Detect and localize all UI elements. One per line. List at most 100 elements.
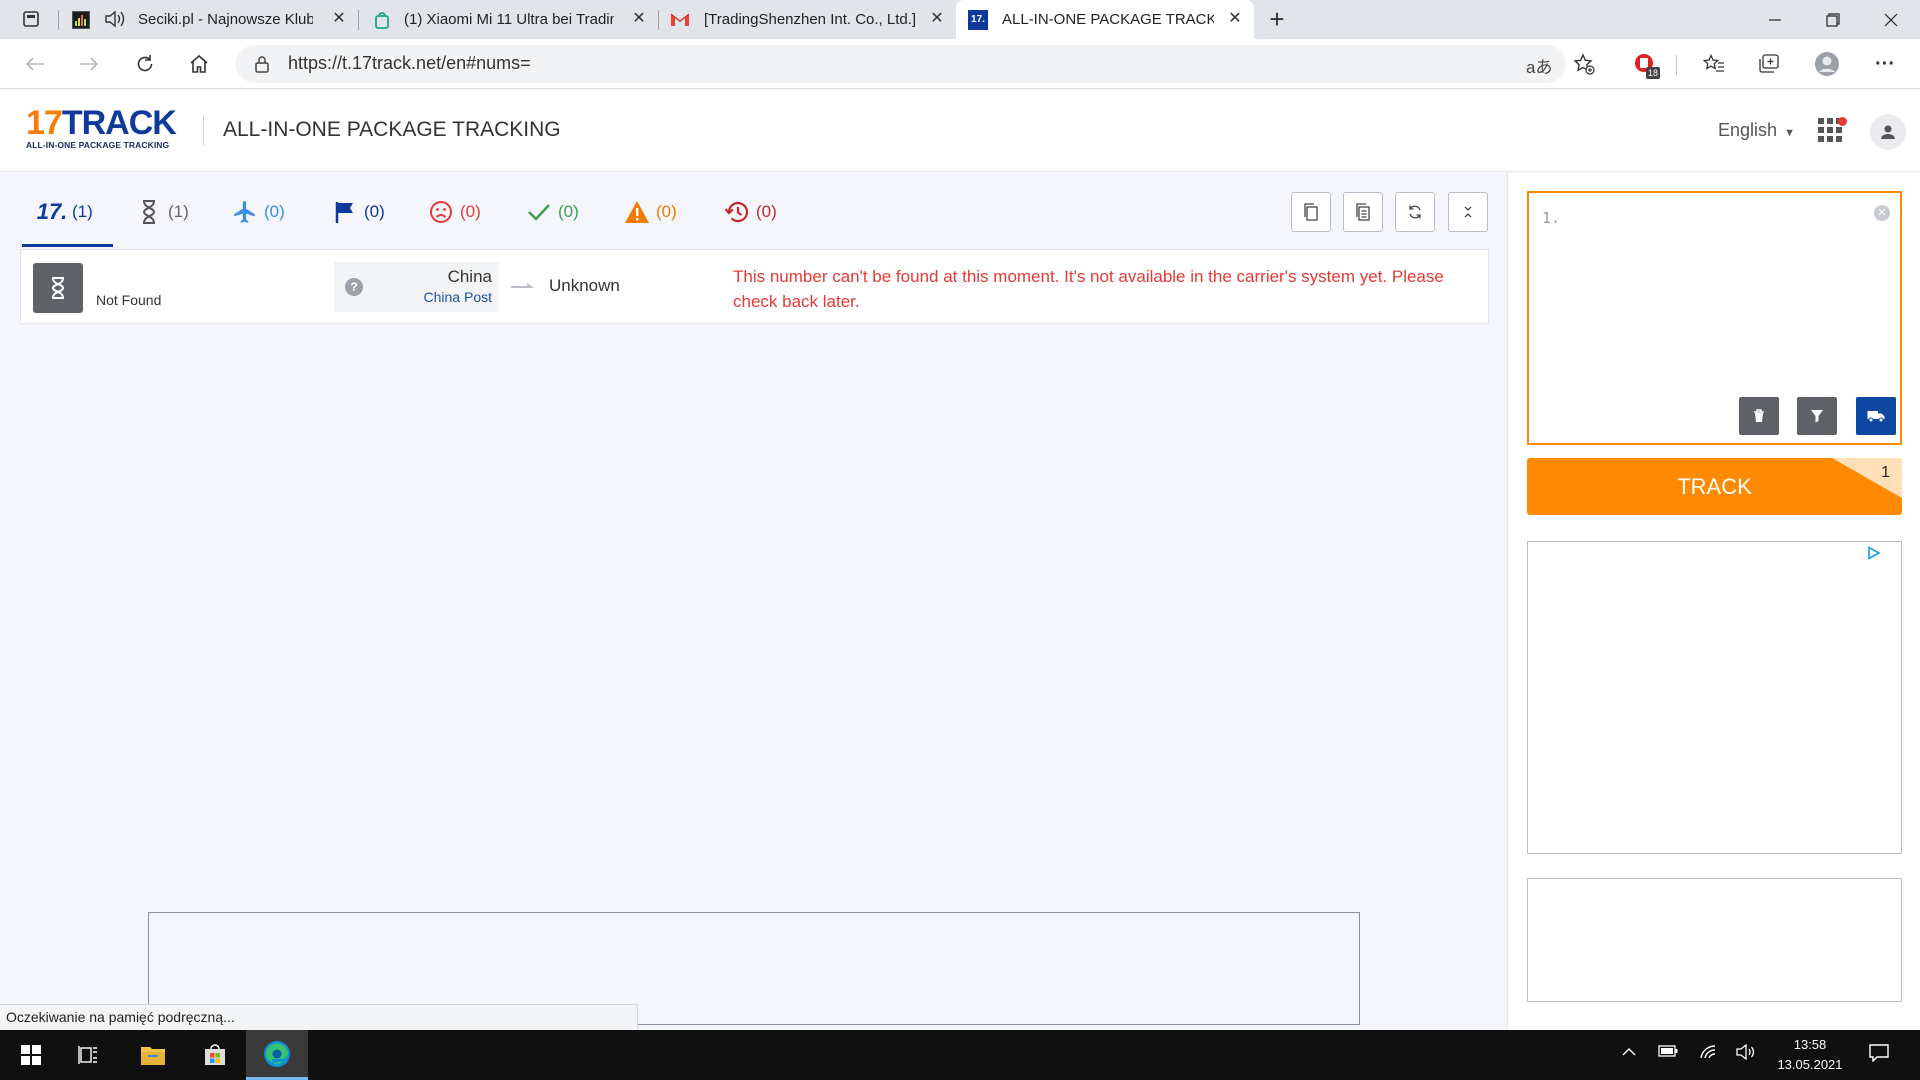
extension-icon[interactable]: 18 — [1628, 47, 1662, 81]
refresh-icon — [1409, 205, 1421, 219]
carrier-name[interactable]: China Post — [424, 289, 492, 305]
speaker-icon[interactable] — [104, 9, 126, 33]
copy-details-icon — [1356, 203, 1370, 221]
tracking-result-row[interactable]: Not Found ? China China Post Unknown Thi… — [20, 249, 1489, 324]
battery-icon[interactable] — [1656, 1044, 1680, 1066]
tab-separator — [358, 10, 359, 30]
start-windows-icon[interactable] — [0, 1030, 62, 1080]
tab-gmail[interactable]: [TradingShenzhen Int. Co., Ltd.] W ✕ — [660, 0, 956, 39]
17track-favicon: 17. — [968, 10, 988, 30]
delete-button[interactable] — [1739, 397, 1779, 435]
wifi-icon[interactable] — [1697, 1044, 1721, 1066]
tab-close-icon[interactable]: ✕ — [630, 10, 648, 28]
tab-alert[interactable]: (0) — [624, 195, 677, 229]
copy-details-button[interactable] — [1343, 192, 1383, 232]
favorites-icon[interactable] — [1697, 47, 1731, 81]
refresh-button[interactable] — [1395, 192, 1435, 232]
browser-status-text: Oczekiwanie na pamięć podręczną... — [0, 1004, 638, 1030]
tab-delivered[interactable]: (0) — [526, 195, 579, 229]
site-logo[interactable]: 17TRACK ALL-IN-ONE PACKAGE TRACKING — [26, 106, 186, 152]
tab-actions-icon[interactable] — [14, 2, 48, 36]
carrier-select-button[interactable] — [1856, 397, 1896, 435]
edge-browser-icon[interactable] — [246, 1030, 308, 1080]
notifications-icon[interactable] — [1867, 1044, 1891, 1066]
tab-title: [TradingShenzhen Int. Co., Ltd.] W — [704, 11, 916, 28]
sad-face-icon — [428, 199, 454, 225]
track-count: 1 — [1881, 464, 1890, 481]
question-icon: ? — [345, 278, 363, 296]
tab-title: ALL-IN-ONE PACKAGE TRACKING — [1002, 11, 1214, 28]
volume-icon[interactable] — [1734, 1043, 1758, 1066]
not-found-message: This number can't be found at this momen… — [733, 267, 1444, 311]
track-button[interactable]: TRACK 1 — [1527, 458, 1902, 515]
collections-icon[interactable] — [1752, 47, 1786, 81]
seciki-favicon — [72, 11, 90, 29]
carrier-info[interactable]: ? China China Post — [334, 262, 499, 312]
tab-undelivered[interactable]: (0) — [428, 195, 481, 229]
collapse-icon — [1464, 206, 1472, 218]
tab-all[interactable]: 17. (1) — [22, 195, 113, 247]
tab-seciki[interactable]: Seciki.pl - Najnowsze Kluboowe ✕ — [60, 0, 358, 39]
task-view-icon[interactable] — [58, 1030, 120, 1080]
flag-icon — [332, 199, 358, 225]
tab-pick-up[interactable]: (0) — [332, 195, 385, 229]
tracking-sidebar: 1. ✕ TRACK 1 — [1507, 173, 1920, 1030]
minimize-icon[interactable] — [1746, 0, 1804, 39]
windows-taskbar: 13:58 13.05.2021 — [0, 1030, 1920, 1080]
adchoices-icon[interactable] — [1867, 546, 1881, 560]
tab-count: (0) — [264, 202, 285, 221]
add-favorite-icon[interactable] — [1567, 47, 1601, 81]
tracking-number-input[interactable]: 1. ✕ — [1527, 191, 1902, 445]
home-icon[interactable] — [182, 47, 216, 81]
forward-icon[interactable] — [72, 47, 106, 81]
tab-title: Seciki.pl - Najnowsze Kluboowe — [138, 11, 313, 28]
store-icon[interactable] — [184, 1030, 246, 1080]
back-icon[interactable] — [18, 47, 52, 81]
track-count-corner — [1832, 458, 1902, 498]
tab-count: (1) — [72, 202, 93, 221]
ad-box-sidebar-small[interactable] — [1527, 878, 1902, 1002]
filter-button[interactable] — [1797, 397, 1837, 435]
bag-favicon — [374, 11, 390, 33]
browser-tab-bar: Seciki.pl - Najnowsze Kluboowe ✕ (1) Xia… — [0, 0, 1920, 39]
tab-not-found[interactable]: (1) — [136, 195, 189, 229]
copy-icon — [1304, 203, 1318, 221]
tab-close-icon[interactable]: ✕ — [1226, 10, 1244, 28]
tab-17track[interactable]: 17. ALL-IN-ONE PACKAGE TRACKING ✕ — [956, 0, 1254, 39]
file-explorer-icon[interactable] — [122, 1030, 184, 1080]
origin-country: China — [447, 267, 492, 286]
clock[interactable]: 13:58 13.05.2021 — [1770, 1035, 1850, 1075]
lock-icon[interactable] — [254, 55, 270, 78]
restore-icon[interactable] — [1804, 0, 1862, 39]
tab-close-icon[interactable]: ✕ — [330, 10, 348, 28]
copy-button[interactable] — [1291, 192, 1331, 232]
user-account-icon[interactable] — [1870, 114, 1906, 150]
tab-in-transit[interactable]: (0) — [232, 195, 285, 229]
notification-dot — [1838, 117, 1847, 126]
tab-count: (0) — [460, 202, 481, 221]
airplane-icon — [232, 199, 258, 225]
language-selector[interactable]: English ▼ — [1718, 120, 1795, 141]
tab-title: (1) Xiaomi Mi 11 Ultra bei Trading — [404, 11, 614, 28]
profile-icon[interactable] — [1810, 47, 1844, 81]
url-field[interactable]: https://t.17track.net/en#nums= aあ — [236, 45, 1566, 83]
collapse-button[interactable] — [1448, 192, 1488, 232]
show-hidden-icons-icon[interactable] — [1617, 1044, 1641, 1066]
tab-expired[interactable]: (0) — [724, 195, 777, 229]
track-label: TRACK — [1677, 473, 1752, 499]
clear-input-icon[interactable]: ✕ — [1874, 205, 1890, 221]
tab-close-icon[interactable]: ✕ — [928, 10, 946, 28]
refresh-icon[interactable] — [128, 47, 162, 81]
tab-separator — [658, 10, 659, 30]
ad-box-sidebar[interactable] — [1527, 541, 1902, 854]
warning-icon — [624, 199, 650, 225]
close-window-icon[interactable] — [1862, 0, 1920, 39]
settings-more-icon[interactable]: ··· — [1868, 47, 1902, 81]
site-header: 17TRACK ALL-IN-ONE PACKAGE TRACKING ALL-… — [0, 90, 1920, 172]
new-tab-icon[interactable]: + — [1260, 2, 1294, 36]
tab-separator — [58, 10, 59, 30]
tab-xiaomi[interactable]: (1) Xiaomi Mi 11 Ultra bei Trading ✕ — [360, 0, 658, 39]
header-divider — [203, 116, 204, 146]
read-aloud-icon[interactable]: aあ — [1526, 53, 1552, 78]
filter-icon — [1811, 410, 1823, 423]
